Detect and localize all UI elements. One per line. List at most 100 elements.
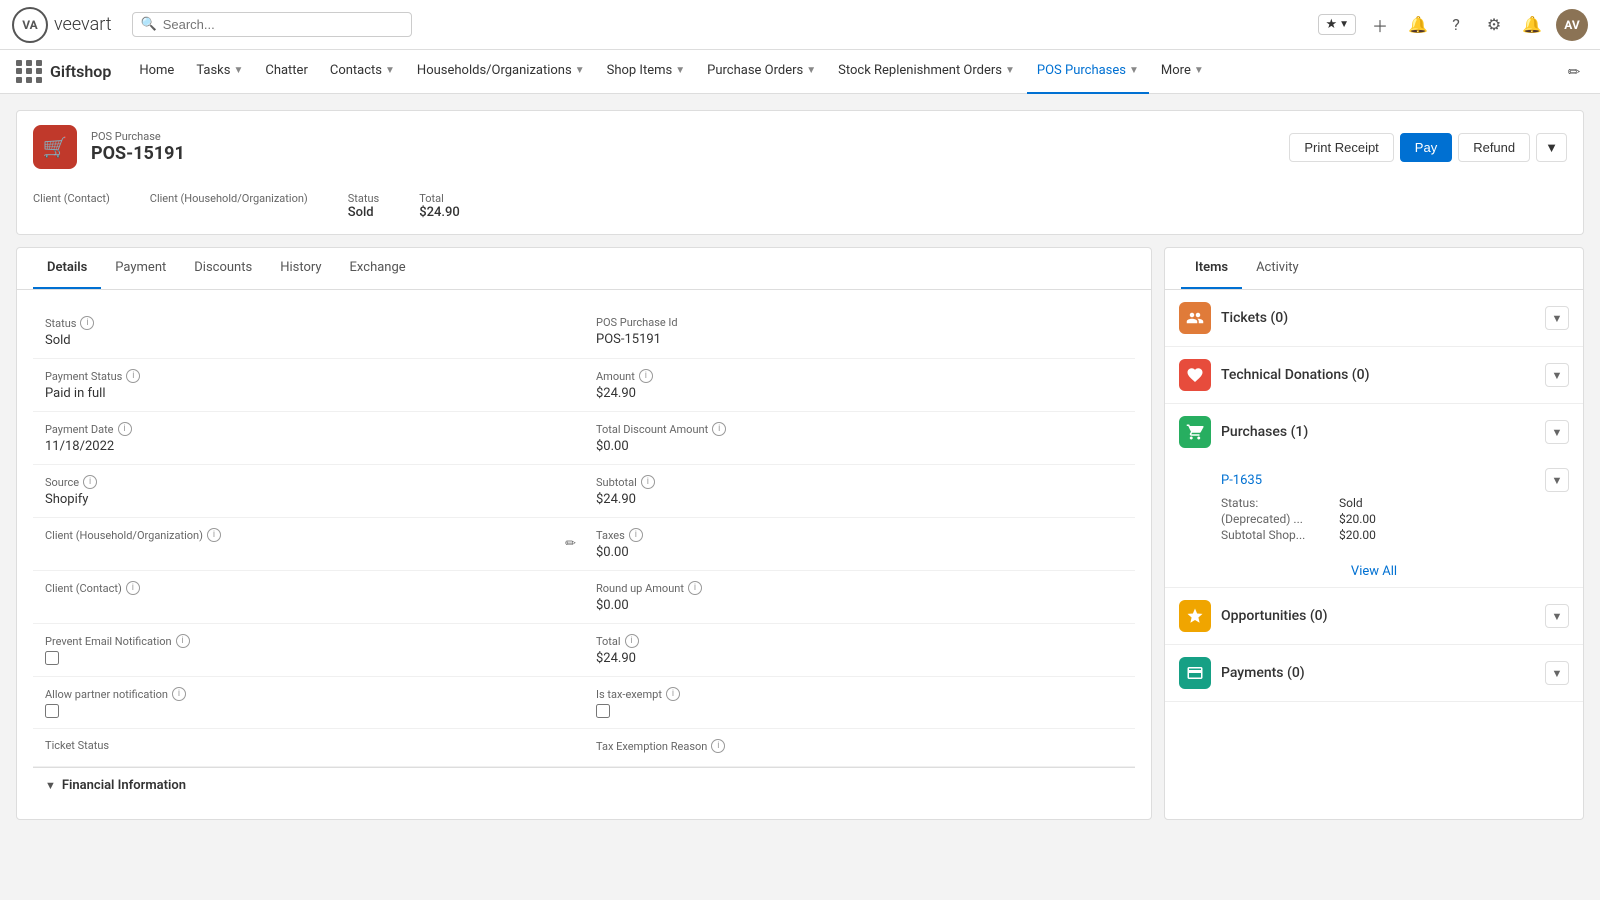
nav-label-households: Households/Organizations (417, 63, 572, 78)
amount-info-icon[interactable]: i (639, 369, 653, 383)
tab-payment[interactable]: Payment (101, 248, 180, 289)
two-col-layout: Details Payment Discounts History Exchan… (16, 247, 1584, 820)
nav-item-stock[interactable]: Stock Replenishment Orders ▼ (828, 50, 1025, 94)
view-all-purchases: View All (1165, 556, 1583, 587)
client-org-label: Client (Household/Organization) (150, 192, 308, 205)
search-input[interactable] (163, 17, 403, 32)
tab-history[interactable]: History (266, 248, 335, 289)
top-navigation: VA veevart 🔍 ★ ▼ ＋ 🔔 ? ⚙ 🔔 AV (0, 0, 1600, 50)
right-panel: Items Activity Tickets (0) ▼ (1164, 247, 1584, 820)
tab-exchange[interactable]: Exchange (336, 248, 420, 289)
chevron-stock: ▼ (1005, 65, 1015, 76)
prevent-email-info-icon[interactable]: i (176, 634, 190, 648)
tab-details[interactable]: Details (33, 248, 101, 289)
financial-information-label: Financial Information (62, 778, 186, 793)
tab-discounts[interactable]: Discounts (180, 248, 266, 289)
field-subtotal-label: Subtotal i (596, 475, 1123, 489)
print-receipt-button[interactable]: Print Receipt (1289, 133, 1393, 162)
purchases-icon (1179, 416, 1211, 448)
purchase-item-dropdown-button[interactable]: ▼ (1545, 468, 1569, 492)
prevent-email-checkbox[interactable] (45, 651, 59, 665)
field-client-contact: Client (Contact) i ✏ (33, 571, 584, 624)
allow-partner-checkbox[interactable] (45, 704, 59, 718)
accordion-payments: Payments (0) ▼ (1165, 645, 1583, 702)
tax-exempt-checkbox[interactable] (596, 704, 610, 718)
avatar[interactable]: AV (1556, 9, 1588, 41)
pay-button[interactable]: Pay (1400, 133, 1452, 162)
left-panel: Details Payment Discounts History Exchan… (16, 247, 1152, 820)
details-tab-content: Status i Sold ✏ POS Purchase Id POS-1519… (17, 290, 1151, 819)
app-grid-button[interactable] (12, 56, 44, 88)
help-icon[interactable]: ? (1442, 11, 1470, 39)
nav-item-chatter[interactable]: Chatter (255, 50, 318, 94)
settings-icon[interactable]: ⚙ (1480, 11, 1508, 39)
source-info-icon[interactable]: i (83, 475, 97, 489)
logo[interactable]: VA veevart (12, 7, 112, 43)
payments-accordion-header[interactable]: Payments (0) ▼ (1165, 645, 1583, 701)
field-payment-date: Payment Date i 11/18/2022 ✏ (33, 412, 584, 465)
opportunities-title: Opportunities (0) (1221, 608, 1535, 624)
payment-status-info-icon[interactable]: i (126, 369, 140, 383)
allow-partner-info-icon[interactable]: i (172, 687, 186, 701)
tickets-accordion-header[interactable]: Tickets (0) ▼ (1165, 290, 1583, 346)
field-roundup-label: Round up Amount i (596, 581, 1123, 595)
search-bar[interactable]: 🔍 (132, 12, 412, 37)
purchase-subtotal-label: Subtotal Shop... (1221, 528, 1331, 542)
view-all-link[interactable]: View All (1351, 564, 1397, 579)
actions-dropdown-button[interactable]: ▼ (1536, 133, 1567, 162)
financial-information-section[interactable]: ▼ Financial Information (33, 767, 1135, 803)
tab-items[interactable]: Items (1181, 248, 1242, 289)
field-tax-exemption-reason-label: Tax Exemption Reason i (596, 739, 1123, 753)
donations-dropdown-button[interactable]: ▼ (1545, 363, 1569, 387)
field-taxes-label: Taxes i (596, 528, 1123, 542)
nav-label-chatter: Chatter (265, 63, 308, 78)
tax-exempt-info-icon[interactable]: i (666, 687, 680, 701)
nav-item-pos-purchases[interactable]: POS Purchases ▼ (1027, 50, 1149, 94)
star-icon: ★ (1325, 17, 1337, 32)
nav-item-home[interactable]: Home (129, 50, 184, 94)
roundup-info-icon[interactable]: i (688, 581, 702, 595)
nav-item-households[interactable]: Households/Organizations ▼ (407, 50, 595, 94)
purchases-accordion-header[interactable]: Purchases (1) ▼ (1165, 404, 1583, 460)
field-total-discount: Total Discount Amount i $0.00 ✏ (584, 412, 1135, 465)
nav-label-pos-purchases: POS Purchases (1037, 63, 1126, 78)
tab-activity[interactable]: Activity (1242, 248, 1313, 289)
nav-item-more[interactable]: More ▼ (1151, 50, 1214, 94)
purchase-link[interactable]: P-1635 (1221, 473, 1262, 488)
total-info-icon[interactable]: i (625, 634, 639, 648)
tax-exemption-reason-info-icon[interactable]: i (711, 739, 725, 753)
purchases-dropdown-button[interactable]: ▼ (1545, 420, 1569, 444)
edit-nav-button[interactable]: ✏ (1560, 58, 1588, 86)
opportunities-accordion-header[interactable]: Opportunities (0) ▼ (1165, 588, 1583, 644)
field-source-val: Shopify (45, 492, 572, 507)
nav-item-contacts[interactable]: Contacts ▼ (320, 50, 405, 94)
opportunities-dropdown-button[interactable]: ▼ (1545, 604, 1569, 628)
client-org-edit-button[interactable]: ✏ (565, 537, 576, 552)
donations-accordion-header[interactable]: Technical Donations (0) ▼ (1165, 347, 1583, 403)
add-button[interactable]: ＋ (1366, 11, 1394, 39)
payments-dropdown-button[interactable]: ▼ (1545, 661, 1569, 685)
nav-label-shop-items: Shop Items (607, 63, 673, 78)
purchase-subtotal-row: Subtotal Shop... $20.00 (1221, 528, 1569, 542)
chevron-tasks: ▼ (233, 65, 243, 76)
subtotal-info-icon[interactable]: i (641, 475, 655, 489)
status-info-icon[interactable]: i (80, 316, 94, 330)
payment-date-info-icon[interactable]: i (118, 422, 132, 436)
nav-item-shop-items[interactable]: Shop Items ▼ (597, 50, 696, 94)
record-header: 🛒 POS Purchase POS-15191 Print Receipt P… (16, 110, 1584, 184)
nav-item-purchase-orders[interactable]: Purchase Orders ▼ (697, 50, 826, 94)
notification-icon[interactable]: 🔔 (1404, 11, 1432, 39)
client-org-info-icon[interactable]: i (207, 528, 221, 542)
client-contact-info-icon[interactable]: i (126, 581, 140, 595)
refund-button[interactable]: Refund (1458, 133, 1530, 162)
total-discount-info-icon[interactable]: i (712, 422, 726, 436)
field-tax-exempt-label: Is tax-exempt i (596, 687, 1123, 701)
purchase-subtotal-val: $20.00 (1339, 528, 1376, 542)
field-total-discount-val: $0.00 (596, 439, 1123, 454)
tickets-dropdown-button[interactable]: ▼ (1545, 306, 1569, 330)
alerts-icon[interactable]: 🔔 (1518, 11, 1546, 39)
field-allow-partner: Allow partner notification i ✏ (33, 677, 584, 729)
nav-item-tasks[interactable]: Tasks ▼ (186, 50, 253, 94)
taxes-info-icon[interactable]: i (629, 528, 643, 542)
favorites-button[interactable]: ★ ▼ (1318, 14, 1356, 35)
